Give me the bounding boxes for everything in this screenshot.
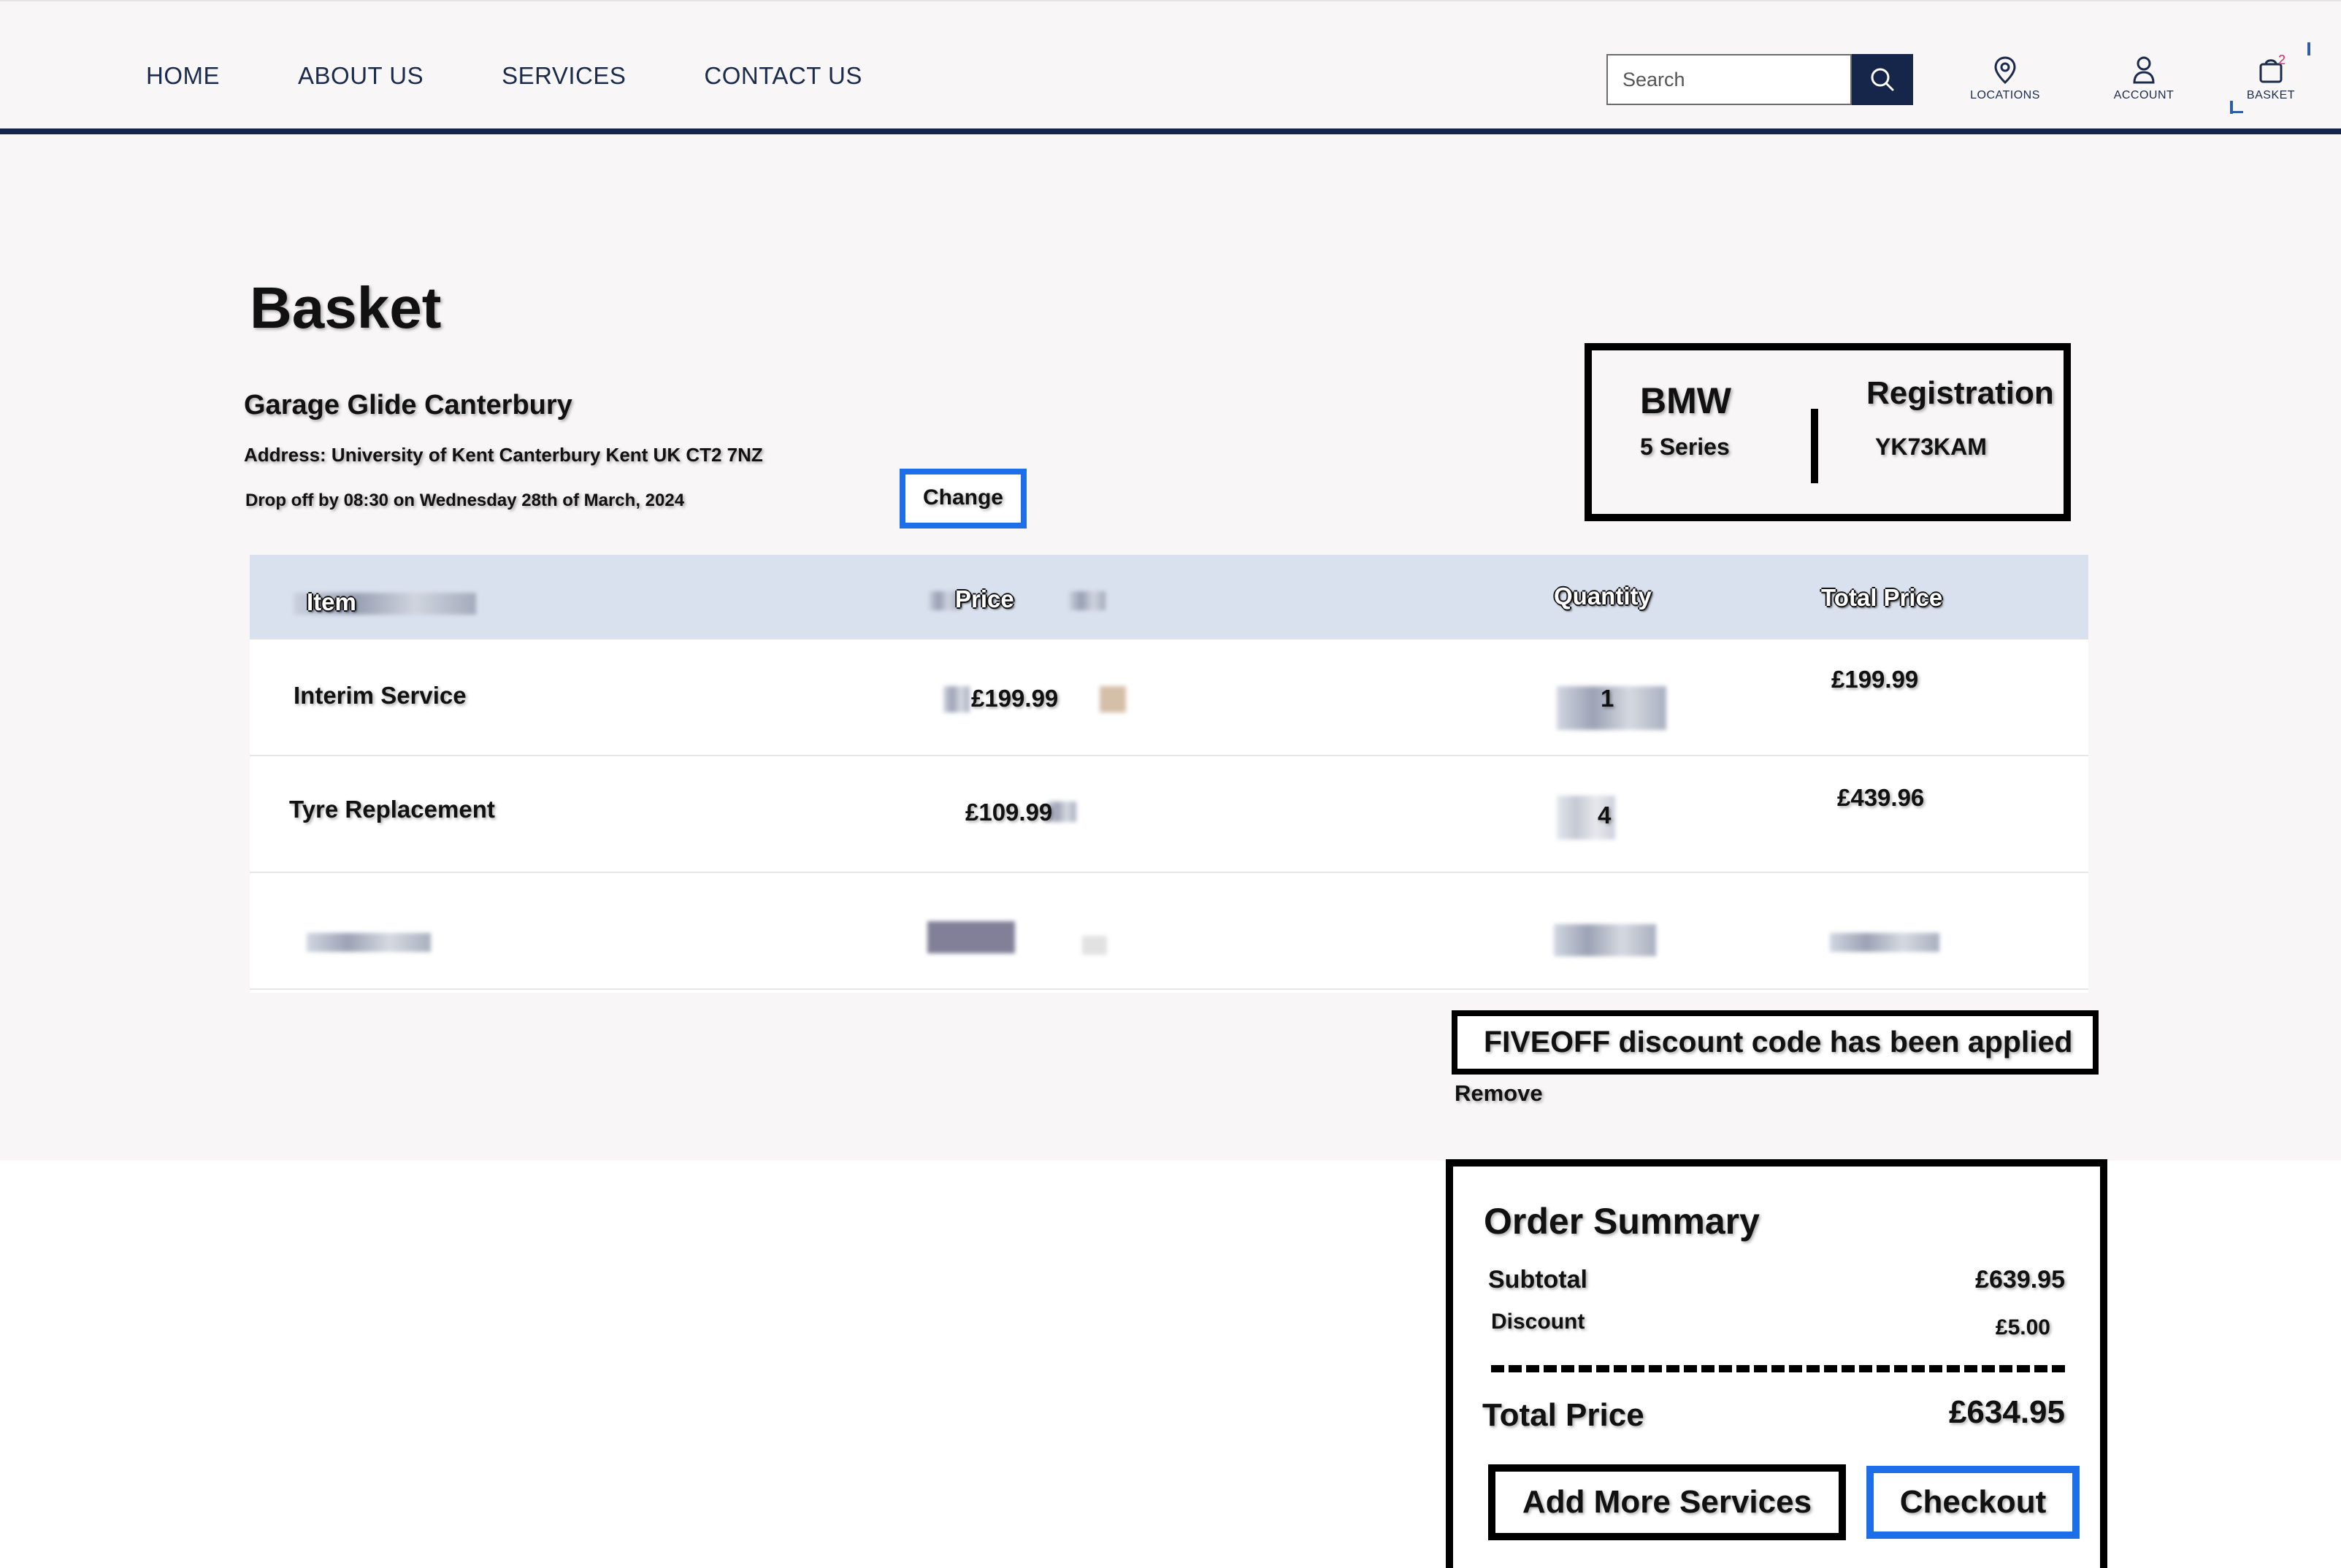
vehicle-divider (1811, 409, 1818, 483)
basket-count-badge: 2 (2278, 53, 2286, 67)
basket-link[interactable]: 2 BASKET (2220, 53, 2322, 102)
order-summary-panel: Order Summary Subtotal £639.95 Discount … (1446, 1159, 2107, 1568)
blurred-artifact (1554, 924, 1656, 956)
item-total: £199.99 (1831, 666, 1919, 693)
blurred-artifact (1830, 933, 1939, 952)
location-pin-icon (1994, 56, 2016, 85)
garage-name: Garage Glide Canterbury (244, 390, 572, 420)
nav-divider (0, 128, 2341, 134)
locations-label: LOCATIONS (1970, 89, 2040, 101)
blurred-artifact (927, 921, 1015, 953)
item-total: £439.96 (1837, 784, 1925, 811)
vehicle-model: 5 Series (1640, 434, 1730, 460)
blurred-artifact (1069, 591, 1106, 610)
discount-label: Discount (1491, 1310, 1585, 1334)
item-name: Tyre Replacement (289, 796, 495, 823)
search-button[interactable] (1852, 54, 1913, 105)
decorative-mark (2307, 42, 2310, 55)
decorative-mark (2230, 111, 2243, 113)
item-price: £109.99 (965, 799, 1053, 826)
subtotal-value: £639.95 (1975, 1266, 2065, 1294)
user-icon (2133, 56, 2155, 84)
checkout-button[interactable]: Checkout (1866, 1466, 2080, 1539)
nav-about-link[interactable]: ABOUT US (298, 58, 424, 93)
blurred-artifact (1082, 936, 1107, 955)
item-name: Interim Service (294, 682, 467, 709)
registration-value: YK73KAM (1875, 434, 1987, 460)
add-more-services-button[interactable]: Add More Services (1488, 1464, 1846, 1540)
table-row: Interim Service £199.99 1 £199.99 (250, 639, 2088, 756)
page-title: Basket (250, 275, 442, 340)
change-booking-button[interactable]: Change (900, 469, 1027, 529)
table-row: Tyre Replacement £109.99 4 £439.96 (250, 756, 2088, 873)
vehicle-card: BMW 5 Series Registration YK73KAM (1585, 343, 2071, 521)
basket-label: BASKET (2246, 89, 2296, 101)
order-summary-title: Order Summary (1484, 1201, 1760, 1242)
blurred-artifact (943, 686, 970, 712)
top-navigation-bar: HOME ABOUT US SERVICES CONTACT US Search… (0, 0, 2341, 134)
subtotal-label: Subtotal (1488, 1266, 1587, 1294)
nav-contact-link[interactable]: CONTACT US (704, 58, 862, 93)
nav-services-link[interactable]: SERVICES (502, 58, 626, 93)
search-input[interactable]: Search (1606, 54, 1852, 105)
vehicle-make: BMW (1640, 380, 1731, 421)
garage-address: Address: University of Kent Canterbury K… (244, 444, 763, 466)
total-price-value: £634.95 (1948, 1394, 2065, 1430)
header-item: Item (307, 588, 356, 615)
blurred-artifact (1100, 686, 1126, 712)
header-quantity: Quantity (1554, 583, 1652, 610)
locations-link[interactable]: LOCATIONS (1954, 55, 2056, 102)
discount-applied-message: FIVEOFF discount code has been applied (1452, 1010, 2099, 1075)
dropoff-time: Drop off by 08:30 on Wednesday 28th of M… (245, 491, 685, 510)
discount-value: £5.00 (1995, 1315, 2050, 1340)
nav-home-link[interactable]: HOME (146, 58, 220, 93)
blurred-artifact (307, 933, 431, 952)
blurred-artifact (929, 591, 958, 610)
header-price: Price (955, 585, 1014, 612)
search-icon (1871, 68, 1894, 91)
item-quantity: 4 (1598, 802, 1612, 829)
table-header-row: Item Price Quantity Total Price (250, 555, 2088, 639)
item-quantity: 1 (1601, 685, 1614, 712)
summary-dashed-divider (1491, 1365, 2068, 1372)
table-row (250, 873, 2088, 990)
basket-table: Item Price Quantity Total Price Interim … (250, 555, 2088, 993)
registration-label: Registration (1866, 375, 2054, 411)
main-nav: HOME ABOUT US SERVICES CONTACT US (146, 58, 940, 93)
account-link[interactable]: ACCOUNT (2093, 55, 2195, 102)
account-label: ACCOUNT (2113, 89, 2175, 101)
total-price-label: Total Price (1482, 1397, 1644, 1433)
remove-discount-link[interactable]: Remove (1455, 1080, 1543, 1107)
item-price: £199.99 (971, 685, 1059, 712)
header-total-price: Total Price (1821, 584, 1943, 611)
